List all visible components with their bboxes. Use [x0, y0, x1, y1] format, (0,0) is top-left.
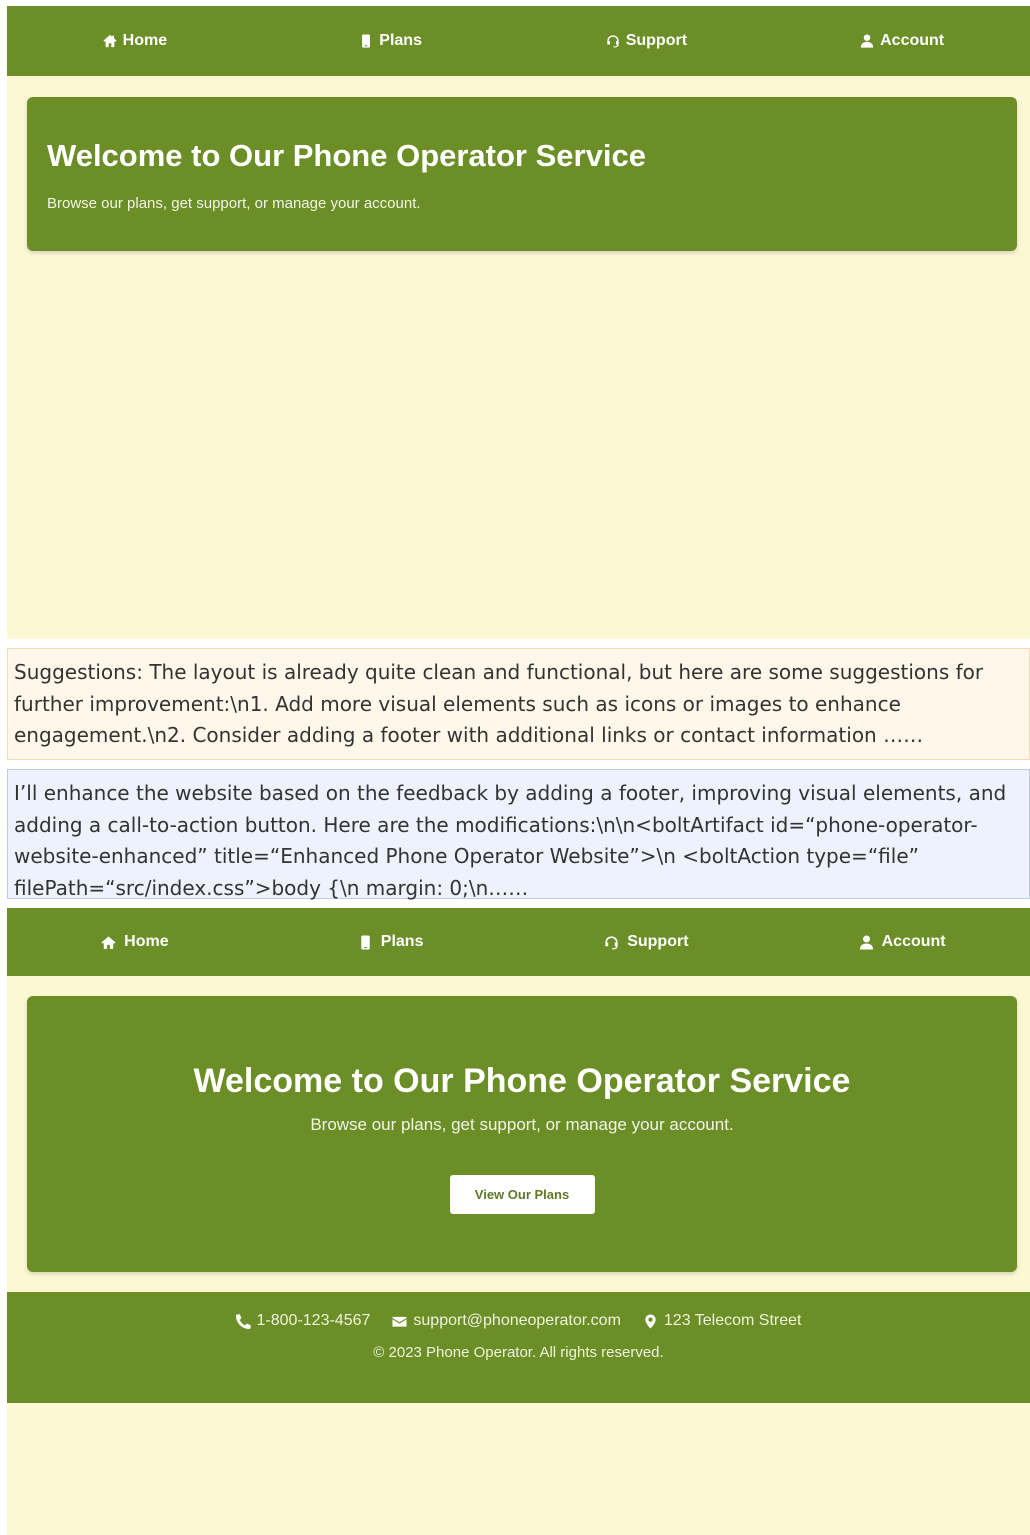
hero-subtitle: Browse our plans, get support, or manage… — [310, 1115, 734, 1134]
nav-support-label: Support — [625, 32, 688, 49]
nav-plans[interactable]: Plans — [263, 933, 519, 951]
map-marker-icon — [643, 1313, 658, 1329]
footer-phone[interactable]: 1-800-123-4567 — [235, 1312, 371, 1330]
hero-banner: Welcome to Our Phone Operator Service Br… — [27, 97, 1017, 251]
nav-plans-label: Plans — [380, 933, 424, 950]
nav-support[interactable]: Support — [519, 933, 775, 951]
footer-phone-text: 1-800-123-4567 — [256, 1312, 371, 1329]
navbar: Home Plans Support Account — [7, 6, 1030, 76]
user-icon — [860, 34, 874, 48]
nav-plans-label: Plans — [379, 32, 422, 49]
footer-contacts: 1-800-123-4567 support@phoneoperator.com… — [7, 1312, 1030, 1330]
copyright-text: © 2023 Phone Operator. All rights reserv… — [373, 1344, 664, 1361]
footer-address: 123 Telecom Street — [643, 1312, 802, 1330]
envelope-icon — [392, 1314, 407, 1329]
footer: 1-800-123-4567 support@phoneoperator.com… — [7, 1292, 1030, 1403]
hero-banner: Welcome to Our Phone Operator Service Br… — [27, 996, 1017, 1272]
nav-home[interactable]: Home — [7, 32, 263, 50]
user-icon — [859, 934, 874, 950]
hero-title: Welcome to Our Phone Operator Service — [193, 1062, 851, 1100]
headset-icon — [606, 34, 620, 48]
nav-account-label: Account — [881, 933, 946, 950]
home-icon — [103, 34, 117, 48]
nav-plans[interactable]: Plans — [263, 32, 519, 50]
headset-icon — [604, 935, 619, 950]
footer-email[interactable]: support@phoneoperator.com — [392, 1312, 621, 1330]
suggestions-message: Suggestions: The layout is already quite… — [7, 648, 1030, 760]
hero-subtitle: Browse our plans, get support, or manage… — [47, 195, 421, 212]
nav-home[interactable]: Home — [7, 933, 263, 951]
website-preview-original: Home Plans Support Account Welcome to Ou… — [7, 6, 1030, 639]
phone-handset-icon — [235, 1313, 251, 1329]
phone-icon — [358, 934, 373, 950]
nav-account[interactable]: Account — [774, 32, 1030, 50]
hero-title: Welcome to Our Phone Operator Service — [47, 138, 646, 173]
assistant-response-message: I’ll enhance the website based on the fe… — [7, 769, 1030, 900]
home-icon — [101, 935, 116, 950]
footer-address-text: 123 Telecom Street — [663, 1312, 802, 1329]
nav-support[interactable]: Support — [519, 32, 775, 50]
view-plans-button[interactable]: View Our Plans — [449, 1175, 595, 1214]
nav-account-label: Account — [880, 32, 945, 49]
phone-icon — [359, 34, 373, 48]
nav-support-label: Support — [627, 933, 689, 950]
nav-home-label: Home — [124, 933, 169, 950]
footer-email-text: support@phoneoperator.com — [413, 1312, 621, 1329]
nav-home-label: Home — [122, 32, 168, 49]
nav-account[interactable]: Account — [774, 933, 1030, 951]
website-preview-enhanced: Home Plans Support Account Welcome to Ou… — [7, 908, 1030, 1535]
navbar: Home Plans Support Account — [7, 908, 1030, 976]
